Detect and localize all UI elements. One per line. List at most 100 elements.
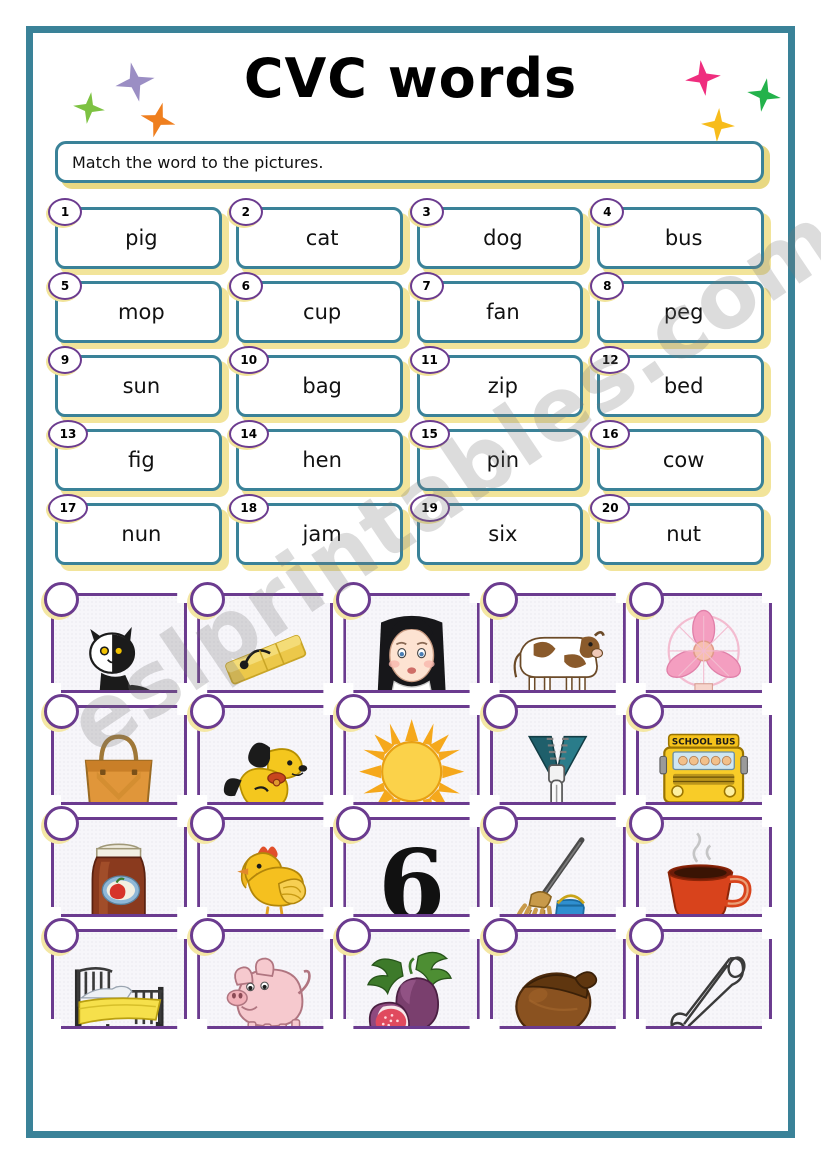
word-number: 18 — [240, 501, 258, 515]
word-label: jam — [302, 522, 342, 546]
picture-cell — [190, 694, 335, 805]
answer-circle[interactable] — [482, 582, 518, 617]
picture-cell — [190, 806, 335, 917]
word-number-badge: 10 — [228, 346, 269, 374]
picture-cell — [190, 918, 335, 1029]
word-label: hen — [302, 448, 342, 472]
answer-circle[interactable] — [190, 918, 226, 953]
picture-cell — [482, 918, 628, 1029]
word-number-badge: 2 — [228, 198, 263, 226]
word-number: 6 — [241, 279, 250, 293]
word-number-badge: 1 — [48, 198, 82, 226]
word-cell: cup 6 — [228, 272, 410, 349]
word-label: cup — [303, 300, 342, 324]
word-number-badge: 15 — [409, 420, 450, 448]
answer-circle[interactable] — [190, 806, 226, 841]
word-cell: jam 18 — [228, 494, 410, 571]
word-cell: mop 5 — [48, 272, 229, 349]
word-number-badge: 17 — [48, 494, 88, 522]
word-number: 8 — [603, 279, 612, 293]
answer-circle[interactable] — [628, 918, 664, 953]
picture-cell — [190, 582, 335, 693]
answer-circle[interactable] — [482, 694, 518, 729]
svg-text:6: 6 — [378, 829, 445, 917]
word-number: 19 — [421, 501, 438, 515]
answer-circle[interactable] — [482, 806, 518, 841]
zip-icon — [503, 717, 612, 792]
answer-circle[interactable] — [190, 582, 226, 617]
word-number-badge: 18 — [228, 494, 269, 522]
word-number: 16 — [601, 427, 619, 441]
answer-circle[interactable] — [44, 806, 79, 841]
pig-icon — [211, 941, 320, 1016]
word-label: bag — [302, 374, 342, 398]
word-number-badge: 13 — [48, 420, 88, 448]
word-cell: nut 20 — [590, 494, 771, 571]
answer-circle[interactable] — [44, 694, 79, 729]
cup-icon — [649, 829, 758, 904]
word-label: cat — [305, 226, 339, 250]
peg-icon — [211, 605, 320, 680]
word-number-badge: 4 — [590, 198, 625, 226]
word-number: 15 — [421, 427, 438, 441]
picture-cell: 6 — [336, 806, 481, 917]
word-number: 7 — [422, 279, 431, 293]
word-number: 12 — [601, 353, 619, 367]
picture-grid: SCHOOL BUS 6 — [44, 582, 774, 1029]
word-cell: peg 8 — [590, 272, 771, 349]
picture-cell — [628, 582, 774, 693]
word-label: fan — [486, 300, 520, 324]
word-number: 11 — [421, 353, 438, 367]
picture-cell — [44, 918, 189, 1029]
picture-cell — [482, 582, 628, 693]
picture-cell — [628, 918, 774, 1029]
word-cell: zip 11 — [409, 346, 591, 423]
cat-icon — [64, 605, 173, 680]
worksheet-frame: CVC words Match the word to the pictures… — [26, 26, 795, 1138]
picture-cell — [336, 918, 481, 1029]
answer-circle[interactable] — [628, 806, 664, 841]
nut-icon — [503, 941, 612, 1016]
word-number: 20 — [601, 501, 619, 515]
word-number: 9 — [60, 353, 70, 367]
answer-circle[interactable] — [44, 918, 79, 953]
word-number-badge: 14 — [228, 420, 269, 448]
dog-icon — [211, 717, 320, 792]
word-label: dog — [483, 226, 523, 250]
picture-cell — [336, 582, 481, 693]
answer-circle[interactable] — [628, 694, 664, 729]
title-area: CVC words — [33, 33, 788, 142]
picture-cell — [482, 806, 628, 917]
word-number: 13 — [59, 427, 77, 441]
word-label: bed — [663, 374, 704, 398]
word-cell: sun 9 — [48, 346, 229, 423]
word-number-badge: 7 — [409, 272, 444, 300]
instruction-box: Match the word to the pictures. — [55, 141, 764, 183]
word-cell: nun 17 — [48, 494, 229, 571]
word-cell: bed 12 — [590, 346, 771, 423]
word-cell: bus 4 — [590, 198, 771, 275]
picture-cell — [628, 806, 774, 917]
word-cell: cat 2 — [228, 198, 410, 275]
word-number: 10 — [240, 353, 258, 367]
answer-circle[interactable] — [628, 582, 664, 617]
word-number: 5 — [60, 279, 70, 293]
word-number-badge: 3 — [409, 198, 444, 226]
picture-cell: SCHOOL BUS — [628, 694, 774, 805]
mop-icon — [503, 829, 612, 904]
word-number-badge: 11 — [409, 346, 450, 374]
picture-cell — [482, 694, 628, 805]
bag-icon — [64, 717, 173, 792]
word-cell: bag 10 — [228, 346, 410, 423]
instruction-bar: Match the word to the pictures. — [55, 141, 770, 193]
word-number: 1 — [60, 205, 70, 219]
answer-circle[interactable] — [190, 694, 226, 729]
word-number-badge: 8 — [590, 272, 625, 300]
picture-cell — [336, 694, 481, 805]
fan-icon — [649, 605, 758, 680]
answer-circle[interactable] — [44, 582, 79, 617]
jam-icon — [64, 829, 173, 904]
fig-icon — [357, 941, 466, 1016]
picture-cell — [44, 582, 189, 693]
answer-circle[interactable] — [482, 918, 518, 953]
